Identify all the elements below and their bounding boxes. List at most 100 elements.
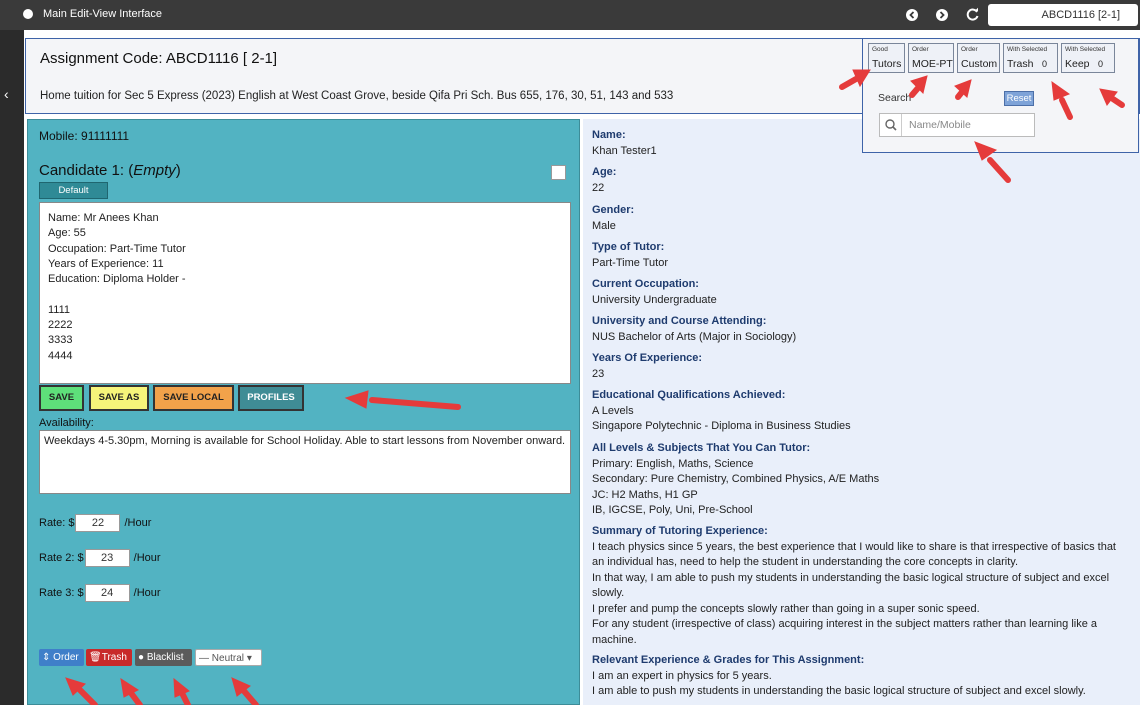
summary-line: an individual has, need to help the stud… — [592, 556, 1019, 568]
neutral-dropdown[interactable]: — Neutral ▾ — [195, 649, 262, 666]
age-field: Age: 22 — [592, 165, 616, 196]
profile-line: Years of Experience: 11 — [48, 257, 164, 270]
good-tutors-button[interactable]: Good Tutors — [868, 43, 905, 73]
profile-line — [48, 287, 562, 302]
candidate-title-prefix: Candidate 1: ( — [39, 162, 134, 179]
candidate-title: Candidate 1: (Empty) — [39, 162, 181, 179]
assignment-code: Assignment Code: ABCD1116 [ 2-1] — [40, 50, 278, 67]
save-local-button[interactable]: SAVE LOCAL — [153, 385, 234, 411]
blacklist-label: Blacklist — [146, 652, 184, 663]
chevron-left-icon[interactable]: ‹ — [4, 86, 9, 102]
order-label: Order — [53, 652, 79, 663]
search-label: Search — [878, 92, 912, 104]
university-field: University and Course Attending: NUS Bac… — [592, 314, 796, 345]
level-line: IB, IGCSE, Poly, Uni, Pre-School — [592, 504, 753, 516]
profile-line: Education: Diploma Holder - — [48, 273, 186, 286]
save-button[interactable]: SAVE — [39, 385, 84, 411]
refresh-icon[interactable] — [964, 6, 982, 24]
assignment-selector[interactable]: ABCD1116 [2-1] — [988, 4, 1138, 26]
summary-line: For any student (irrespective of class) … — [592, 618, 1098, 630]
type-value: Part-Time Tutor — [592, 256, 668, 269]
rate-2-row: Rate 2: $23/Hour — [39, 549, 161, 567]
order-moe-pt-caption: Order — [912, 46, 929, 53]
order-button[interactable]: ⇕ Order — [39, 649, 84, 666]
rate-label: Rate: $ — [39, 516, 75, 529]
sidebar-collapse-strip[interactable]: ‹ — [0, 30, 24, 705]
summary-line: In that way, I am able to push my studen… — [592, 571, 1110, 584]
search-placeholder: Name/Mobile — [909, 119, 971, 131]
occupation-field: Current Occupation: University Undergrad… — [592, 277, 717, 308]
experience-field: Years Of Experience: 23 — [592, 351, 702, 382]
profile-line: 3333 — [48, 334, 73, 347]
caret-down-icon: ▾ — [246, 653, 252, 664]
good-tutors-caption: Good — [872, 46, 888, 53]
candidate-mobile: Mobile: 91111111 — [39, 129, 130, 143]
gender-field: Gender: Male — [592, 203, 634, 234]
rate-3-unit: /Hour — [133, 587, 161, 599]
rate-row: Rate: $22/Hour — [39, 514, 151, 532]
trash-icon: 🗑 — [89, 652, 102, 663]
profiles-button[interactable]: PROFILES — [238, 385, 304, 411]
summary-line: I teach physics since 5 years, the best … — [592, 540, 1116, 553]
profile-line: Occupation: Part-Time Tutor — [48, 242, 186, 255]
back-icon[interactable] — [903, 6, 921, 24]
relevant-line: I am an expert in physics for 5 years. — [592, 669, 772, 682]
title-bar: Main Edit-View Interface ABCD1116 [2-1] — [0, 0, 1140, 30]
profile-line: 2222 — [48, 319, 73, 332]
blacklist-button[interactable]: ● Blacklist — [135, 649, 192, 666]
sort-icon: ⇕ — [42, 652, 51, 663]
levels-field: All Levels & Subjects That You Can Tutor… — [592, 441, 879, 519]
selected-trash-button[interactable]: With Selected Trash 0 — [1003, 43, 1058, 73]
university-label: University and Course Attending: — [592, 315, 767, 327]
rate-2-label: Rate 2: $ — [39, 551, 84, 564]
profile-line: Name: Mr Anees Khan — [48, 212, 159, 224]
save-as-button[interactable]: SAVE AS — [89, 385, 149, 411]
gender-label: Gender: — [592, 204, 635, 216]
rate-unit: /Hour — [124, 517, 152, 529]
circle-icon: ● — [138, 652, 145, 663]
experience-label: Years Of Experience: — [592, 352, 703, 364]
order-moe-pt-button[interactable]: Order MOE-PT — [908, 43, 954, 73]
relevant-line: I am able to push my students in underst… — [592, 685, 1086, 697]
availability-label: Availability: — [39, 417, 94, 429]
qualification-line: Singapore Polytechnic - Diploma in Busin… — [592, 420, 851, 432]
level-line: Secondary: Pure Chemistry, Combined Phys… — [592, 473, 880, 485]
candidate-panel: Mobile: 91111111 Candidate 1: (Empty) De… — [27, 119, 580, 705]
qualifications-label: Educational Qualifications Achieved: — [592, 389, 786, 401]
rate-3-row: Rate 3: $24/Hour — [39, 584, 161, 602]
minus-icon: — — [199, 653, 209, 664]
availability-textarea[interactable]: Weekdays 4-5.30pm, Morning is available … — [39, 430, 571, 494]
order-custom-button[interactable]: Order Custom — [957, 43, 1000, 73]
selected-trash-caption: With Selected — [1007, 46, 1048, 53]
name-field: Name: Khan Tester1 — [592, 128, 657, 159]
candidate-title-suffix: ) — [175, 162, 181, 179]
candidate-select-checkbox[interactable] — [551, 165, 566, 180]
selected-keep-button[interactable]: With Selected Keep 0 — [1061, 43, 1115, 73]
rate-input[interactable]: 22 — [75, 514, 121, 532]
order-custom-label: Custom — [961, 58, 998, 70]
window-dot-icon — [23, 9, 33, 19]
type-field: Type of Tutor: Part-Time Tutor — [592, 240, 668, 271]
rate-3-label: Rate 3: $ — [39, 586, 84, 599]
name-label: Name: — [592, 129, 626, 141]
profile-line: 1111 — [48, 303, 71, 316]
summary-field: Summary of Tutoring Experience: I teach … — [592, 524, 1116, 648]
window-title: Main Edit-View Interface — [43, 8, 163, 20]
default-button[interactable]: Default — [39, 182, 108, 199]
selected-keep-caption: With Selected — [1065, 46, 1106, 53]
age-value: 22 — [592, 181, 605, 194]
rate-2-input[interactable]: 23 — [84, 549, 130, 567]
rate-3-input[interactable]: 24 — [84, 584, 130, 602]
forward-icon[interactable] — [933, 6, 951, 24]
rate-2-unit: /Hour — [133, 552, 161, 564]
selected-keep-label: Keep — [1065, 58, 1090, 70]
search-input[interactable]: Name/Mobile — [879, 113, 1035, 137]
experience-value: 23 — [592, 367, 605, 380]
trash-button[interactable]: 🗑Trash — [86, 649, 132, 666]
type-label: Type of Tutor: — [592, 241, 665, 253]
gender-value: Male — [592, 219, 616, 232]
profile-textarea[interactable]: Name: Mr Anees Khan Age: 55 Occupation: … — [39, 202, 571, 384]
reset-button[interactable]: Reset — [1004, 91, 1034, 106]
name-value: Khan Tester1 — [592, 144, 657, 157]
occupation-value: University Undergraduate — [592, 293, 717, 306]
